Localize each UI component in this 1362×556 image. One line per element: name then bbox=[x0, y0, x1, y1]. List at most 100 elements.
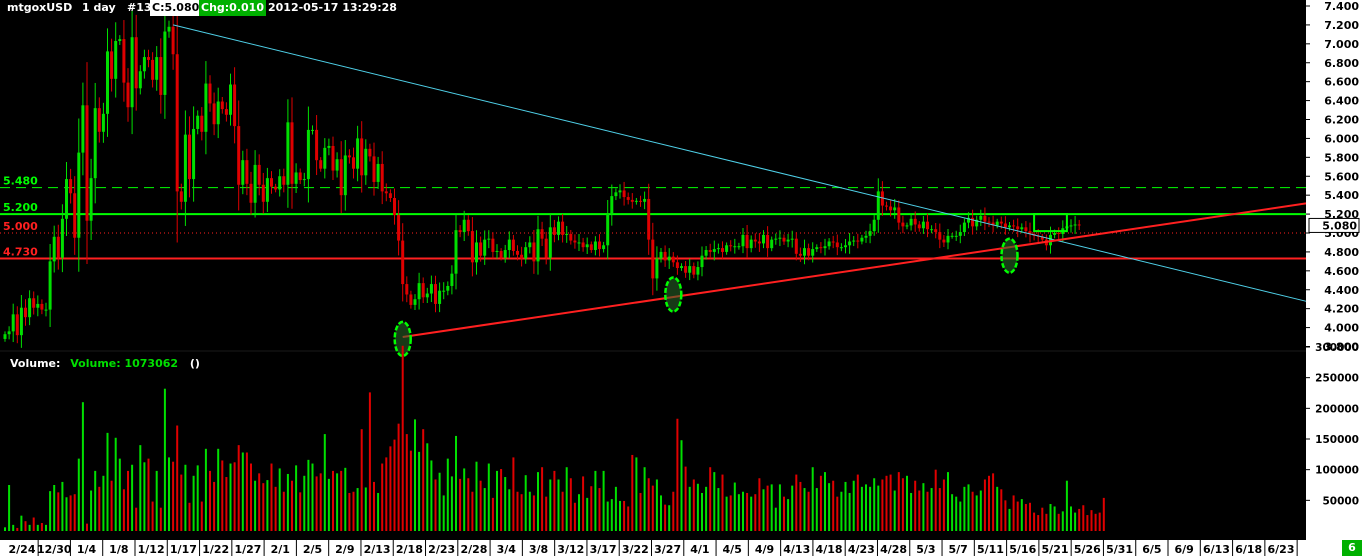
date-tick-label: 4/28 bbox=[880, 543, 907, 556]
date-tick-label: 5/3 bbox=[916, 543, 935, 556]
volume-bar bbox=[340, 470, 343, 531]
volume-bar bbox=[4, 527, 6, 531]
volume-bar bbox=[573, 502, 576, 531]
candle-body bbox=[339, 159, 343, 196]
candle-body bbox=[85, 105, 89, 221]
candle-body bbox=[557, 221, 560, 235]
date-tick-label: 5/21 bbox=[1042, 543, 1069, 556]
candle-body bbox=[987, 221, 991, 223]
volume-bar bbox=[262, 483, 265, 531]
candle-body bbox=[306, 129, 310, 180]
candle-body bbox=[343, 155, 347, 196]
candle-body bbox=[253, 164, 257, 203]
volume-tick-label: 200000 bbox=[1315, 403, 1359, 415]
candle-body bbox=[204, 83, 208, 132]
volume-bar bbox=[639, 492, 642, 531]
candle-body bbox=[233, 84, 237, 127]
volume-bar bbox=[1086, 515, 1089, 531]
candle-body bbox=[917, 224, 921, 229]
volume-bar bbox=[721, 474, 724, 531]
volume-bar bbox=[623, 500, 626, 531]
volume-bar bbox=[983, 479, 986, 531]
candle-body bbox=[901, 222, 905, 227]
candle-body bbox=[179, 191, 183, 202]
candle-body bbox=[979, 215, 983, 220]
volume-bar bbox=[1061, 511, 1064, 531]
volume-bar bbox=[282, 491, 285, 531]
candle-body bbox=[552, 227, 556, 235]
volume-bar bbox=[209, 470, 211, 531]
candle-body bbox=[893, 207, 897, 211]
volume-bar bbox=[643, 467, 646, 531]
candle-body bbox=[401, 240, 405, 285]
candle-body bbox=[388, 193, 392, 199]
volume-bar bbox=[122, 489, 125, 531]
candle-body bbox=[655, 258, 659, 279]
date-tick-label: 1/22 bbox=[202, 543, 229, 556]
candle-body bbox=[868, 231, 872, 236]
volume-bar bbox=[713, 472, 716, 531]
candle-body bbox=[659, 251, 663, 259]
volume-bar bbox=[869, 486, 872, 531]
volume-bar bbox=[491, 497, 494, 531]
candle-body bbox=[425, 293, 429, 298]
candle-body bbox=[983, 215, 987, 222]
candle-body bbox=[73, 193, 77, 238]
level-label: 5.480 bbox=[3, 175, 38, 188]
candle-body bbox=[151, 59, 155, 80]
candle-body bbox=[208, 83, 212, 104]
volume-bar bbox=[172, 461, 175, 531]
date-axis: 2/24 12/30 1/4 1/8 1/12 1/17 1/22 1/27 2/1 2/5 2/9… bbox=[0, 540, 1362, 556]
volume-bar bbox=[192, 475, 195, 531]
volume-bar bbox=[1033, 512, 1036, 531]
volume-bar bbox=[541, 467, 544, 531]
candle-body bbox=[610, 196, 614, 215]
volume-bar bbox=[426, 443, 429, 531]
date-tick-label: 6/13 bbox=[1203, 543, 1230, 556]
volume-bar bbox=[1094, 513, 1097, 531]
volume-bar bbox=[508, 489, 511, 531]
volume-bar bbox=[737, 494, 740, 531]
candle-body bbox=[1003, 223, 1007, 228]
header-datetime: 2012-05-17 13:29:28 bbox=[268, 1, 397, 14]
volume-bar bbox=[1045, 513, 1048, 531]
candle-body bbox=[462, 219, 466, 233]
candle-body bbox=[315, 129, 319, 161]
volume-bar bbox=[8, 485, 11, 531]
candle-body bbox=[803, 248, 806, 256]
price-tick-label: 5.400 bbox=[1324, 189, 1359, 202]
candle-body bbox=[163, 31, 167, 95]
volume-bar bbox=[992, 473, 995, 531]
candle-body bbox=[971, 217, 975, 227]
volume-bar bbox=[758, 478, 761, 531]
volume-bar bbox=[143, 462, 146, 531]
volume-bar bbox=[45, 524, 47, 531]
candle-body bbox=[1057, 233, 1061, 234]
volume-bar bbox=[815, 488, 818, 531]
candle-body bbox=[950, 235, 954, 237]
candle-body bbox=[19, 307, 23, 336]
candle-body bbox=[323, 147, 327, 169]
candle-body bbox=[138, 71, 142, 89]
volume-bar bbox=[807, 491, 810, 531]
candle-body bbox=[630, 199, 634, 202]
candle-body bbox=[618, 190, 622, 193]
volume-bar bbox=[373, 481, 375, 531]
volume-bar bbox=[233, 462, 236, 531]
volume-bar bbox=[278, 468, 281, 531]
candle-body bbox=[384, 191, 388, 194]
volume-bar bbox=[471, 491, 474, 531]
price-tick-label: 6.600 bbox=[1324, 76, 1359, 89]
volume-tick-label: 50000 bbox=[1322, 495, 1359, 507]
candle-body bbox=[32, 298, 36, 308]
volume-bar bbox=[446, 458, 449, 531]
candle-body bbox=[757, 241, 761, 244]
volume-bar bbox=[12, 524, 15, 531]
price-tick-label: 5.600 bbox=[1324, 170, 1359, 183]
candle-body bbox=[696, 267, 700, 275]
candle-body bbox=[454, 230, 458, 274]
volume-bar bbox=[496, 470, 498, 531]
candle-body bbox=[1012, 225, 1016, 227]
price-tick-label: 4.400 bbox=[1324, 284, 1359, 297]
volume-bar bbox=[184, 464, 187, 531]
